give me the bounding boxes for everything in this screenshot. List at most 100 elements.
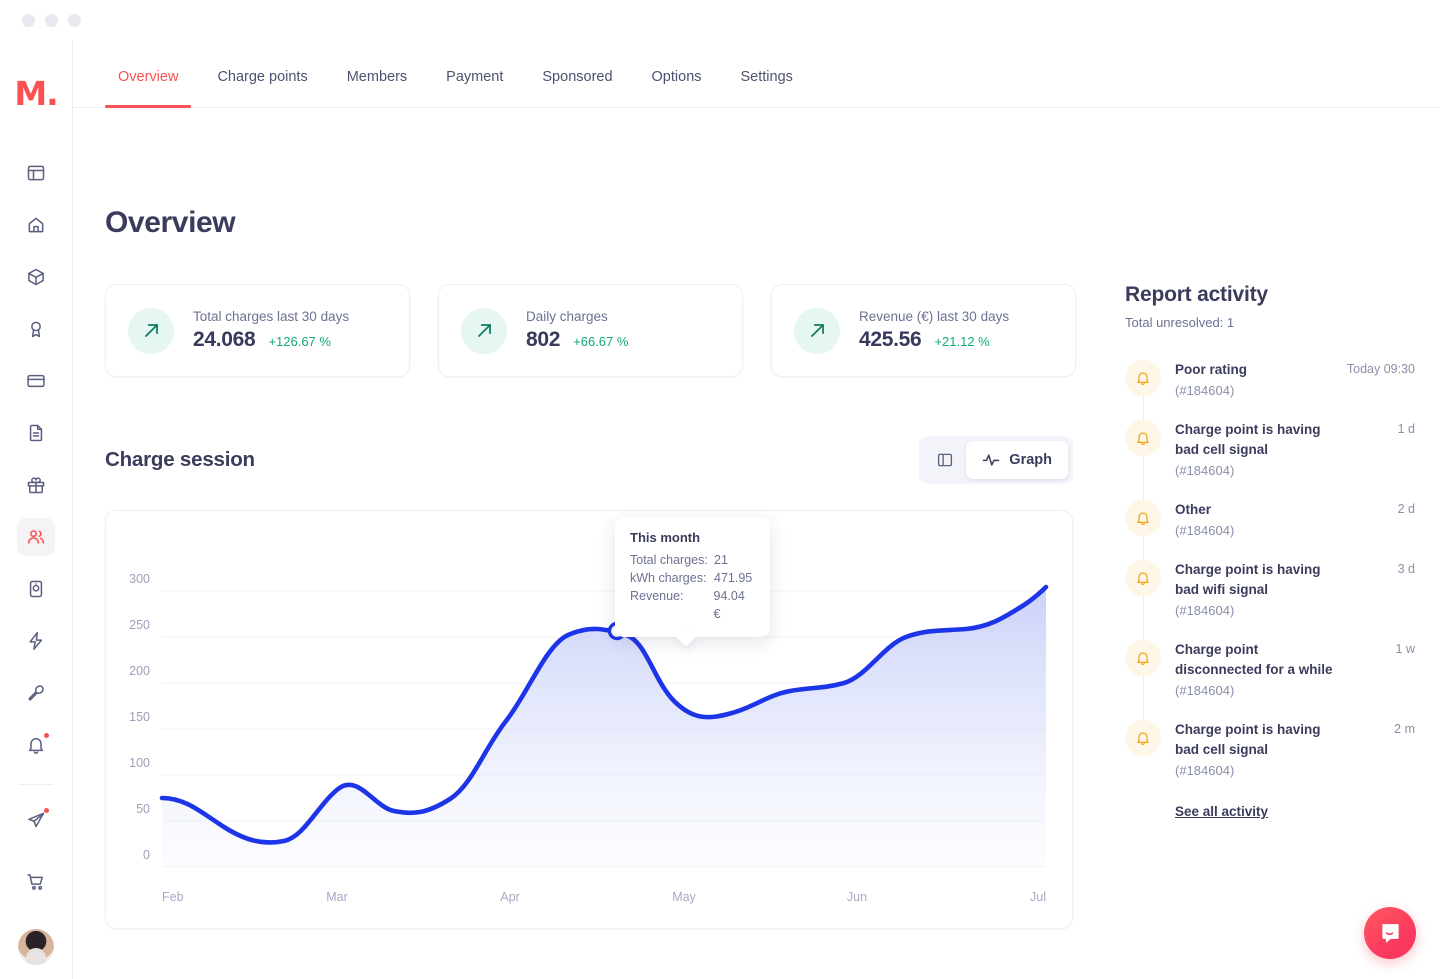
avatar[interactable] bbox=[18, 929, 54, 965]
chart-y-axis: 300 250 200 150 100 50 0 bbox=[129, 572, 150, 862]
toggle-graph-label: Graph bbox=[1009, 452, 1052, 468]
activity-subtitle: Total unresolved: 1 bbox=[1125, 315, 1235, 330]
toggle-graph-view[interactable]: Graph bbox=[966, 441, 1068, 479]
tooltip-key: Total charges: bbox=[630, 553, 708, 567]
stat-card-daily-charges[interactable]: Daily charges 802 +66.67 % bbox=[438, 284, 743, 377]
sidebar-item-packages[interactable] bbox=[17, 258, 55, 296]
tab-overview[interactable]: Overview bbox=[105, 69, 192, 108]
y-tick-label: 0 bbox=[143, 848, 150, 862]
bell-icon bbox=[1137, 432, 1149, 446]
list-item-body: Other (#184604) 2 d bbox=[1175, 500, 1415, 538]
sidebar-item-notifications[interactable] bbox=[17, 726, 55, 764]
charge-session-chart-card: 300 250 200 150 100 50 0 Feb Mar Apr May… bbox=[105, 510, 1073, 929]
notification-badge-dot bbox=[44, 733, 49, 738]
list-item-text: Poor rating (#184604) bbox=[1175, 360, 1247, 398]
stat-card-total-charges[interactable]: Total charges last 30 days 24.068 +126.6… bbox=[105, 284, 410, 377]
activity-item-title: Other bbox=[1175, 502, 1212, 517]
list-item[interactable]: Charge point is having bad cell signal (… bbox=[1125, 420, 1415, 478]
bell-icon bbox=[1137, 572, 1149, 586]
sidebar-item-rewards[interactable] bbox=[17, 310, 55, 348]
list-item[interactable]: Charge point is having bad cell signal (… bbox=[1125, 720, 1415, 778]
stat-card-revenue[interactable]: Revenue (€) last 30 days 425.56 +21.12 % bbox=[771, 284, 1076, 377]
activity-item-title: Charge point is having bad cell signal bbox=[1175, 422, 1321, 457]
charge-session-header: Charge session Graph bbox=[105, 436, 1073, 484]
x-tick-label: Jun bbox=[847, 890, 867, 904]
activity-icon bbox=[983, 454, 1000, 466]
list-item-text: Charge point is having bad wifi signal (… bbox=[1175, 560, 1345, 618]
y-tick-label: 300 bbox=[129, 572, 150, 586]
app-logo[interactable]: M. bbox=[14, 72, 58, 114]
bell-icon bbox=[1125, 560, 1161, 596]
x-tick-label: Feb bbox=[162, 890, 184, 904]
stat-card-row: 425.56 +21.12 % bbox=[859, 328, 1009, 352]
sidebar-item-messages[interactable] bbox=[17, 801, 55, 839]
x-tick-label: May bbox=[672, 890, 696, 904]
stat-card-icon bbox=[128, 307, 174, 354]
box-icon bbox=[28, 268, 44, 286]
arrow-up-right-icon bbox=[810, 324, 824, 337]
arrow-up-right-icon bbox=[144, 324, 158, 337]
stat-card-list: Total charges last 30 days 24.068 +126.6… bbox=[105, 284, 1105, 377]
activity-item-id: (#184604) bbox=[1175, 603, 1235, 618]
stat-card-icon bbox=[461, 307, 507, 354]
activity-item-id: (#184604) bbox=[1175, 763, 1235, 778]
sidebar-bottom bbox=[17, 863, 55, 965]
x-tick-label: Jul bbox=[1030, 890, 1046, 904]
activity-item-id: (#184604) bbox=[1175, 383, 1235, 398]
credit-card-icon bbox=[27, 374, 45, 388]
sidebar-item-charge-points[interactable] bbox=[17, 570, 55, 608]
list-item[interactable]: Charge point is having bad wifi signal (… bbox=[1125, 560, 1415, 618]
chart-x-axis: Feb Mar Apr May Jun Jul bbox=[162, 890, 1046, 904]
sidebar-item-gifts[interactable] bbox=[17, 466, 55, 504]
list-item-body: Charge point is having bad cell signal (… bbox=[1175, 420, 1415, 478]
chat-launcher-button[interactable] bbox=[1364, 907, 1416, 959]
tab-sponsored[interactable]: Sponsored bbox=[529, 69, 625, 107]
stat-card-row: 24.068 +126.67 % bbox=[193, 328, 349, 352]
users-icon bbox=[27, 530, 45, 544]
activity-item-time: 1 w bbox=[1395, 642, 1415, 656]
tooltip-row: kWh charges: 471.95 bbox=[630, 569, 755, 587]
bell-icon bbox=[1137, 372, 1149, 386]
sidebar-item-home[interactable] bbox=[17, 206, 55, 244]
activity-item-time: 2 m bbox=[1394, 722, 1415, 736]
list-item-body: Poor rating (#184604) Today 09:30 bbox=[1175, 360, 1415, 398]
sidebar-item-documents[interactable] bbox=[17, 414, 55, 452]
window-close-dot[interactable] bbox=[22, 13, 35, 27]
top-navigation: Overview Charge points Members Payment S… bbox=[73, 40, 1440, 108]
tab-payment[interactable]: Payment bbox=[433, 69, 516, 107]
toggle-table-view[interactable] bbox=[924, 441, 966, 479]
tab-members[interactable]: Members bbox=[334, 69, 420, 107]
activity-item-title: Poor rating bbox=[1175, 362, 1248, 377]
tab-charge-points[interactable]: Charge points bbox=[204, 69, 320, 107]
stat-card-value: 802 bbox=[526, 328, 561, 351]
gift-icon bbox=[27, 477, 45, 494]
sidebar-item-energy[interactable] bbox=[17, 622, 55, 660]
tab-options[interactable]: Options bbox=[639, 69, 715, 107]
window-maximize-dot[interactable] bbox=[68, 13, 81, 27]
home-icon bbox=[28, 217, 44, 233]
sidebar-item-billing[interactable] bbox=[17, 362, 55, 400]
tooltip-value: 94.04 € bbox=[713, 589, 745, 621]
x-tick-label: Apr bbox=[500, 890, 519, 904]
stat-card-delta: +126.67 % bbox=[268, 334, 331, 349]
bolt-icon bbox=[29, 631, 43, 651]
tab-settings[interactable]: Settings bbox=[728, 69, 806, 107]
list-item[interactable]: Other (#184604) 2 d bbox=[1125, 500, 1415, 538]
list-item[interactable]: Charge point disconnected for a while (#… bbox=[1125, 640, 1415, 698]
y-tick-label: 150 bbox=[129, 710, 150, 724]
charge-session-chart[interactable]: 300 250 200 150 100 50 0 Feb Mar Apr May… bbox=[106, 511, 1073, 929]
sidebar-item-maintenance[interactable] bbox=[17, 674, 55, 712]
sidebar-item-cart[interactable] bbox=[17, 863, 55, 901]
tooltip-key: Revenue: bbox=[630, 589, 684, 603]
window-minimize-dot[interactable] bbox=[45, 13, 58, 27]
see-all-activity-link[interactable]: See all activity bbox=[1175, 804, 1268, 819]
y-tick-label: 50 bbox=[136, 802, 150, 816]
activity-item-title: Charge point is having bad cell signal bbox=[1175, 722, 1321, 757]
charge-point-icon bbox=[29, 580, 43, 598]
sidebar-divider bbox=[19, 784, 53, 785]
stat-card-body: Revenue (€) last 30 days 425.56 +21.12 % bbox=[859, 309, 1009, 352]
wrench-icon bbox=[28, 685, 44, 701]
list-item[interactable]: Poor rating (#184604) Today 09:30 bbox=[1125, 360, 1415, 398]
sidebar-item-users[interactable] bbox=[17, 518, 55, 556]
sidebar-item-dashboard[interactable] bbox=[17, 154, 55, 192]
